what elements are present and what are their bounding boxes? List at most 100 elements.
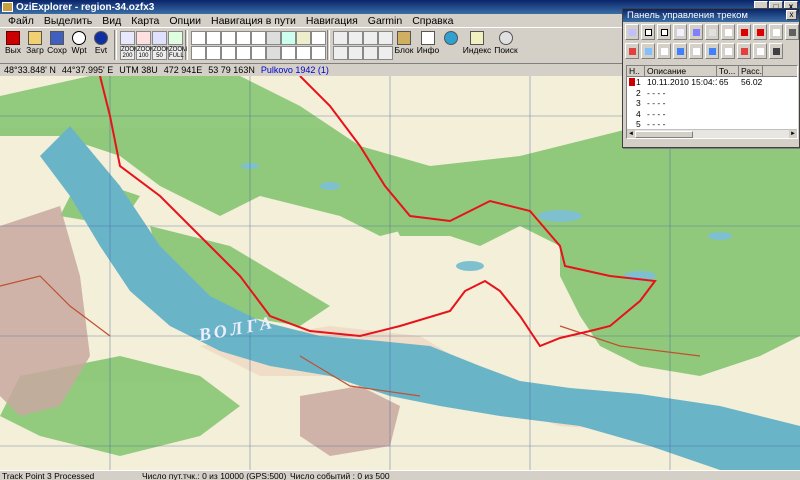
- datum-readout[interactable]: Pulkovo 1942 (1): [261, 64, 329, 76]
- menu-map[interactable]: Карта: [131, 15, 159, 27]
- track-tool-button[interactable]: [689, 24, 703, 40]
- col-number[interactable]: Н..: [627, 66, 645, 76]
- track-tool-button[interactable]: [206, 31, 221, 45]
- menu-view[interactable]: Вид: [102, 15, 121, 27]
- track-tool-button[interactable]: [625, 43, 639, 59]
- nav-tool-button[interactable]: [348, 31, 363, 45]
- track-tool-button[interactable]: [673, 43, 687, 59]
- menu-moving-map[interactable]: Навигация в пути: [211, 15, 296, 27]
- track-tool-button[interactable]: [769, 43, 783, 59]
- tool-grid-1: ZOOM 200 ZOOM 100 ZOOM 50 ZOOM FULL: [119, 30, 187, 60]
- track-row[interactable]: 4 - - - -: [627, 109, 797, 120]
- track-tool-button[interactable]: [785, 24, 799, 40]
- nav-tool-button[interactable]: [363, 46, 378, 60]
- waypoint-button[interactable]: Wpt: [68, 30, 90, 60]
- track-row[interactable]: 2 - - - -: [627, 88, 797, 99]
- zoom-200-button[interactable]: ZOOM 200: [120, 46, 139, 60]
- event-button[interactable]: Evt: [90, 30, 112, 60]
- grid-tool-button[interactable]: [152, 31, 167, 45]
- track-tool-button[interactable]: [689, 43, 703, 59]
- track-tool-button[interactable]: [281, 31, 296, 45]
- search-button[interactable]: Поиск: [492, 30, 520, 60]
- exit-button[interactable]: Вых: [2, 30, 24, 60]
- track-tool-button[interactable]: [221, 46, 236, 60]
- track-panel-title[interactable]: Панель управления треком: [623, 9, 799, 22]
- track-tool-button[interactable]: [266, 31, 281, 45]
- nav-tool-button[interactable]: [363, 31, 378, 45]
- menu-options[interactable]: Опции: [169, 15, 201, 27]
- track-tool-button[interactable]: [673, 24, 687, 40]
- track-control-panel[interactable]: Панель управления треком x Н.. Описание …: [622, 8, 800, 148]
- track-row[interactable]: 1 10.11.2010 15:04:10 65 56.02: [627, 77, 797, 88]
- pan-arrows-button[interactable]: [440, 30, 462, 60]
- track-tool-button[interactable]: [657, 24, 671, 40]
- track-tool-button[interactable]: [296, 31, 311, 45]
- track-tool-button[interactable]: [296, 46, 311, 60]
- nav-tool-button[interactable]: [333, 46, 348, 60]
- load-button[interactable]: Загр: [24, 30, 46, 60]
- info-button[interactable]: Инфо: [416, 30, 440, 60]
- track-tool-button[interactable]: [221, 31, 236, 45]
- track-tool-button[interactable]: [753, 43, 767, 59]
- nav-tool-button[interactable]: [333, 31, 348, 45]
- track-tool-button[interactable]: [191, 46, 206, 60]
- track-tool-button[interactable]: [737, 24, 751, 40]
- track-number-text: 1: [636, 77, 641, 87]
- col-points[interactable]: То...: [717, 66, 739, 76]
- nav-tool-button[interactable]: [348, 46, 363, 60]
- track-tool-button[interactable]: [657, 43, 671, 59]
- col-description[interactable]: Описание: [645, 66, 717, 76]
- grid-tool-button[interactable]: [120, 31, 135, 45]
- exit-icon: [6, 31, 20, 45]
- track-row[interactable]: 3 - - - -: [627, 98, 797, 109]
- track-tool-button[interactable]: [311, 31, 326, 45]
- track-tool-button[interactable]: [769, 24, 783, 40]
- scroll-right-icon[interactable]: ►: [789, 130, 797, 138]
- window-title: OziExplorer - region-34.ozfx3: [16, 1, 155, 13]
- track-tool-button[interactable]: [721, 24, 735, 40]
- index-label: Индекс: [462, 45, 492, 55]
- track-tool-button[interactable]: [236, 31, 251, 45]
- close-icon[interactable]: x: [786, 10, 797, 20]
- menu-garmin[interactable]: Garmin: [368, 15, 402, 27]
- track-tool-button[interactable]: [641, 43, 655, 59]
- track-tool-button[interactable]: [251, 46, 266, 60]
- lock-button[interactable]: Блок: [392, 30, 416, 60]
- tool-grid-2: [190, 30, 326, 60]
- track-tool-button[interactable]: [236, 46, 251, 60]
- grid-tool-button[interactable]: [136, 31, 151, 45]
- nav-tool-button[interactable]: [378, 46, 393, 60]
- track-tool-button[interactable]: [251, 31, 266, 45]
- track-list[interactable]: Н.. Описание То... Расс... 1 10.11.2010 …: [626, 65, 798, 139]
- nav-tool-button[interactable]: [378, 31, 393, 45]
- toolbar-separator: [114, 30, 117, 60]
- index-button[interactable]: Индекс: [462, 30, 492, 60]
- scrollbar-thumb[interactable]: [635, 131, 693, 138]
- menu-navigation[interactable]: Навигация: [306, 15, 358, 27]
- menu-select[interactable]: Выделить: [44, 15, 92, 27]
- zoom-full-button[interactable]: ZOOM FULL: [168, 46, 187, 60]
- track-tool-button[interactable]: [705, 24, 719, 40]
- track-tool-button[interactable]: [206, 46, 221, 60]
- zoom-100-button[interactable]: ZOOM 100: [136, 46, 155, 60]
- menu-file[interactable]: Файл: [8, 15, 34, 27]
- track-tool-button[interactable]: [191, 31, 206, 45]
- track-list-scrollbar[interactable]: ◄ ►: [627, 129, 797, 138]
- track-tool-button[interactable]: [266, 46, 281, 60]
- save-button[interactable]: Сохр: [46, 30, 68, 60]
- scroll-left-icon[interactable]: ◄: [627, 130, 635, 138]
- track-tool-button[interactable]: [281, 46, 296, 60]
- track-number: 4: [636, 108, 641, 119]
- track-tool-button[interactable]: [737, 43, 751, 59]
- grid-tool-button[interactable]: [168, 31, 183, 45]
- track-tool-button[interactable]: [753, 24, 767, 40]
- col-distance[interactable]: Расс...: [739, 66, 763, 76]
- track-tool-button[interactable]: [625, 24, 639, 40]
- zoom-50-button[interactable]: ZOOM 50: [152, 46, 171, 60]
- track-tool-button[interactable]: [641, 24, 655, 40]
- menu-help[interactable]: Справка: [412, 15, 453, 27]
- track-tool-button[interactable]: [311, 46, 326, 60]
- track-tool-button[interactable]: [721, 43, 735, 59]
- track-row[interactable]: 5 - - - -: [627, 119, 797, 130]
- track-tool-button[interactable]: [705, 43, 719, 59]
